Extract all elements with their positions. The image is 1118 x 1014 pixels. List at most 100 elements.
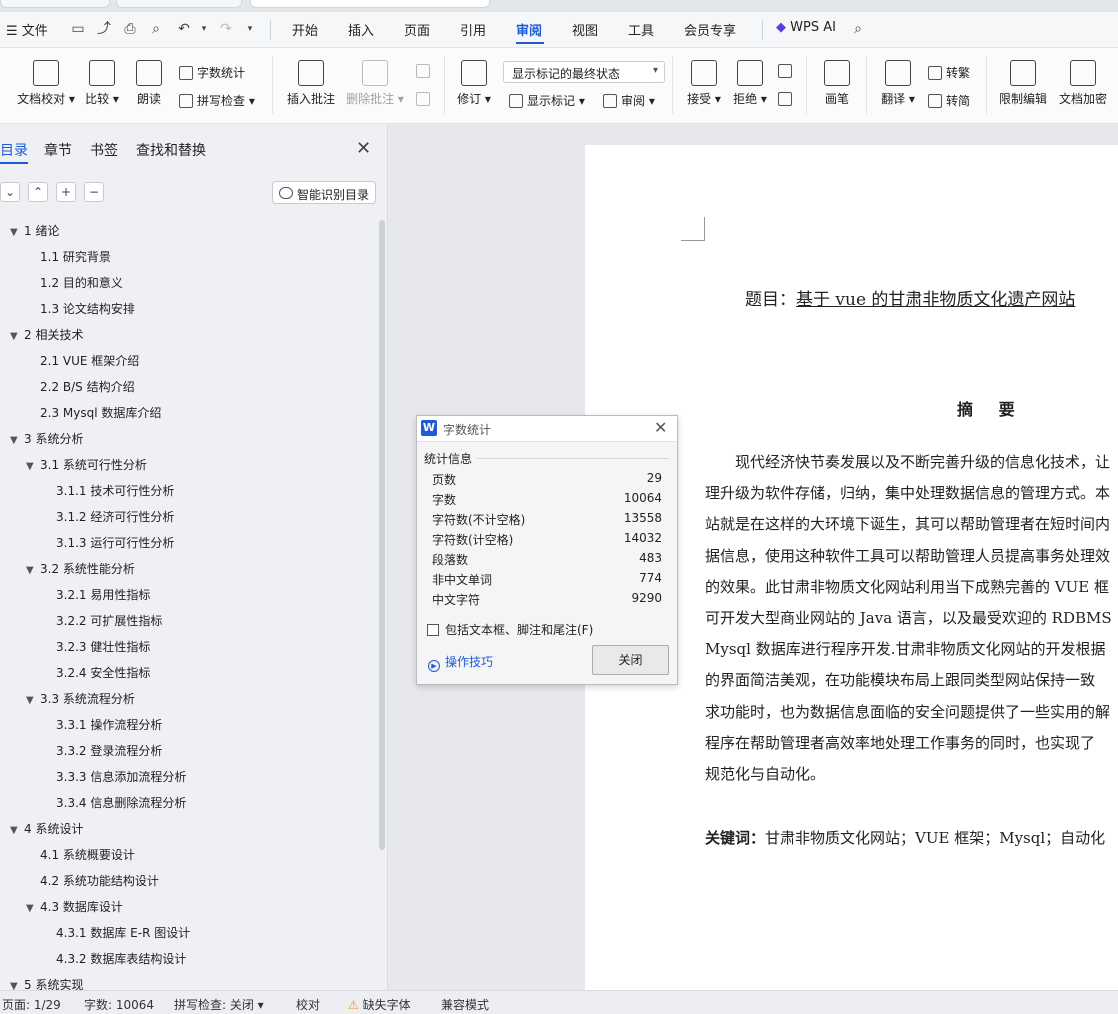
toc-item[interactable]: 3.3.1 操作流程分析 (42, 716, 162, 742)
toc-item[interactable]: 4.3.1 数据库 E-R 图设计 (42, 924, 190, 950)
tab-insert[interactable]: 插入 (348, 20, 374, 39)
undo-dropdown-icon[interactable]: ▾ (196, 21, 212, 37)
doc-check-button[interactable]: 文档校对 ▾ (16, 60, 76, 107)
expand-triangle-icon[interactable]: ▼ (10, 435, 24, 446)
page-indicator[interactable]: 页面: 1/29 (2, 996, 61, 1013)
save-icon[interactable]: ▭ (70, 21, 86, 37)
toc-item[interactable]: ▼ 3.2 系统性能分析 (26, 560, 135, 586)
tab-member[interactable]: 会员专享 (684, 20, 736, 39)
window-tab[interactable] (0, 0, 110, 8)
tab-tools[interactable]: 工具 (628, 20, 654, 39)
nav-tab-toc[interactable]: 目录 (0, 140, 28, 160)
reject-button[interactable]: 拒绝 ▾ (732, 60, 768, 107)
dialog-titlebar[interactable]: W 字数统计 ✕ (417, 416, 677, 442)
show-markup-button[interactable]: 显示标记 ▾ (509, 92, 585, 109)
window-tab-active[interactable] (250, 0, 490, 8)
compare-button[interactable]: 比较 ▾ (84, 60, 120, 107)
to-traditional-button[interactable]: 转繁 (928, 64, 970, 81)
undo-icon[interactable]: ↶ (176, 21, 192, 37)
to-simplified-button[interactable]: 转简 (928, 92, 970, 109)
toc-item[interactable]: 3.1.3 运行可行性分析 (42, 534, 174, 560)
toc-item[interactable]: ▼ 1 绪论 (10, 222, 59, 248)
search-icon[interactable]: ⌕ (850, 21, 866, 37)
add-heading-button[interactable]: + (56, 182, 76, 202)
nav-tab-find-replace[interactable]: 查找和替换 (136, 140, 206, 160)
toc-item[interactable]: ▼ 3.3 系统流程分析 (26, 690, 135, 716)
nav-tab-sections[interactable]: 章节 (44, 140, 72, 160)
toc-item[interactable]: 1.1 研究背景 (26, 248, 111, 274)
toc-item[interactable]: 2.2 B/S 结构介绍 (26, 378, 135, 404)
missing-font-status[interactable]: ⚠ 缺失字体 (348, 996, 411, 1013)
next-comment-icon[interactable] (416, 92, 434, 106)
prev-comment-icon[interactable] (416, 64, 434, 78)
doc-encrypt-button[interactable]: 文档加密 (1058, 60, 1108, 107)
expand-triangle-icon[interactable]: ▼ (26, 695, 40, 706)
spell-check-status[interactable]: 拼写检查: 关闭 ▾ (174, 996, 264, 1013)
tab-view[interactable]: 视图 (572, 20, 598, 39)
toc-item[interactable]: ▼ 4 系统设计 (10, 820, 83, 846)
toc-item[interactable]: ▼ 3.1 系统可行性分析 (26, 456, 147, 482)
wps-ai-button[interactable]: ◆ WPS AI (776, 20, 836, 35)
toc-item[interactable]: 3.2.3 健壮性指标 (42, 638, 150, 664)
pen-button[interactable]: 画笔 (822, 60, 852, 107)
move-up-button[interactable]: ⌃ (28, 182, 48, 202)
redo-icon[interactable]: ↷ (218, 21, 234, 37)
word-count-button[interactable]: 字数统计 (179, 64, 245, 81)
toc-item[interactable]: 3.2.2 可扩展性指标 (42, 612, 162, 638)
nav-tab-bookmarks[interactable]: 书签 (90, 140, 118, 160)
close-icon[interactable]: ✕ (356, 138, 371, 159)
toc-item[interactable]: 3.1.2 经济可行性分析 (42, 508, 174, 534)
tab-start[interactable]: 开始 (292, 20, 318, 39)
spell-check-button[interactable]: 拼写检查 ▾ (179, 92, 255, 109)
toc-item[interactable]: 1.2 目的和意义 (26, 274, 123, 300)
tab-page[interactable]: 页面 (404, 20, 430, 39)
expand-triangle-icon[interactable]: ▼ (26, 903, 40, 914)
toc-item[interactable]: 4.3.2 数据库表结构设计 (42, 950, 186, 976)
translate-button[interactable]: 翻译 ▾ (880, 60, 916, 107)
toc-item[interactable]: ▼ 2 相关技术 (10, 326, 83, 352)
toc-item[interactable]: 3.3.3 信息添加流程分析 (42, 768, 186, 794)
prev-change-icon[interactable] (778, 64, 796, 78)
include-textboxes-checkbox[interactable]: 包括文本框、脚注和尾注(F) (427, 621, 593, 638)
toc-item[interactable]: 3.2.1 易用性指标 (42, 586, 150, 612)
expand-triangle-icon[interactable]: ▼ (26, 461, 40, 472)
track-changes-button[interactable]: 修订 ▾ (456, 60, 492, 107)
markup-state-dropdown[interactable]: 显示标记的最终状态 ▾ (503, 61, 665, 83)
word-count-status[interactable]: 字数: 10064 (84, 996, 154, 1013)
review-pane-button[interactable]: 审阅 ▾ (603, 92, 655, 109)
delete-comment-button[interactable]: 删除批注 ▾ (346, 60, 404, 107)
expand-triangle-icon[interactable]: ▼ (10, 825, 24, 836)
insert-comment-button[interactable]: 插入批注 (286, 60, 336, 107)
toc-item[interactable]: 4.2 系统功能结构设计 (26, 872, 159, 898)
accept-button[interactable]: 接受 ▾ (686, 60, 722, 107)
read-aloud-button[interactable]: 朗读 (134, 60, 164, 107)
toc-item[interactable]: 4.1 系统概要设计 (26, 846, 135, 872)
close-button[interactable]: 关闭 (592, 645, 669, 675)
print-preview-icon[interactable]: ⌕ (148, 21, 164, 37)
tips-link[interactable]: ▶ 操作技巧 (428, 653, 493, 672)
more-icon[interactable]: ▾ (242, 21, 258, 37)
tab-references[interactable]: 引用 (460, 20, 486, 39)
restrict-edit-button[interactable]: 限制编辑 (998, 60, 1048, 107)
collapse-all-button[interactable]: ⌄ (0, 182, 20, 202)
toc-item[interactable]: 2.3 Mysql 数据库介绍 (26, 404, 161, 430)
toc-item[interactable]: 1.3 论文结构安排 (26, 300, 135, 326)
toc-item[interactable]: 3.3.2 登录流程分析 (42, 742, 162, 768)
toc-item[interactable]: 3.3.4 信息删除流程分析 (42, 794, 186, 820)
toc-item[interactable]: 3.1.1 技术可行性分析 (42, 482, 174, 508)
expand-triangle-icon[interactable]: ▼ (10, 331, 24, 342)
remove-heading-button[interactable]: − (84, 182, 104, 202)
proof-status[interactable]: 校对 (296, 996, 320, 1013)
share-icon[interactable]: ⤴ (96, 21, 112, 37)
expand-triangle-icon[interactable]: ▼ (26, 565, 40, 576)
toc-item[interactable]: 2.1 VUE 框架介绍 (26, 352, 139, 378)
toc-item[interactable]: ▼ 4.3 数据库设计 (26, 898, 123, 924)
smart-toc-button[interactable]: 智能识别目录 (272, 181, 376, 204)
close-icon[interactable]: ✕ (654, 418, 667, 437)
window-tab[interactable] (116, 0, 242, 8)
tab-review[interactable]: 审阅 (516, 20, 542, 39)
nav-scrollbar[interactable] (379, 220, 385, 850)
toc-item[interactable]: 3.2.4 安全性指标 (42, 664, 150, 690)
file-menu[interactable]: ☰ 文件 (6, 20, 48, 39)
expand-triangle-icon[interactable]: ▼ (10, 227, 24, 238)
